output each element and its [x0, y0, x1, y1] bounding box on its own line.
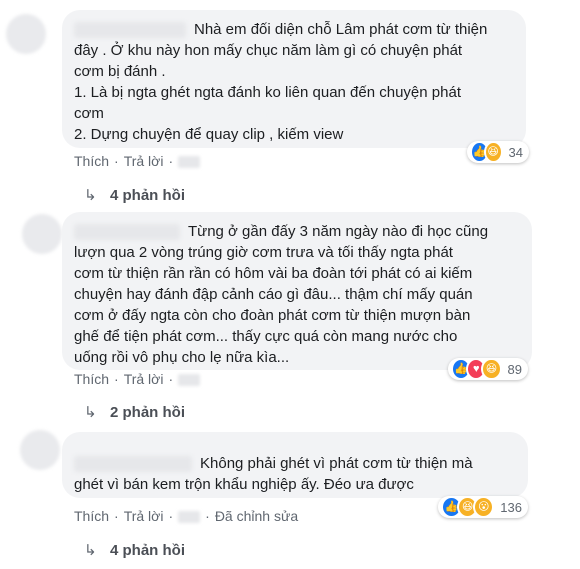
reaction-summary[interactable]: 👍 😆 34 [467, 141, 529, 163]
edited-label[interactable]: Đã chỉnh sửa [215, 508, 298, 524]
view-replies-link[interactable]: ↳ 4 phản hồi [84, 541, 185, 559]
comment-text-line: chuyện hay đánh đập cảnh cáo gì đâu... t… [74, 286, 473, 303]
haha-icon: 😆 [483, 141, 503, 163]
comment-text-line: ghét vì bán kem trộn khẩu nghiệp ấy. Đéo… [74, 476, 414, 493]
comment-actions: Thích · Trả lời · · Đã chỉnh sửa [74, 508, 299, 524]
reply-arrow-icon: ↳ [84, 404, 97, 421]
view-replies-link[interactable]: ↳ 2 phản hồi [84, 403, 185, 421]
reply-button[interactable]: Trả lời [124, 508, 164, 524]
comment-text-line: 2. Dựng chuyện để quay clip , kiếm view [74, 126, 344, 143]
comment-actions: Thích · Trả lời · [74, 153, 201, 169]
comment-text-line: cơm ở đấy ngta còn cho đoàn phát cơm từ … [74, 307, 471, 324]
timestamp[interactable] [178, 156, 201, 169]
comment-text-line: cơm từ thiện rần rần có hôm vài ba đoàn … [74, 265, 473, 282]
avatar[interactable] [20, 430, 60, 470]
comment-text-line: Không phải ghét vì phát cơm từ thiện mà [200, 455, 473, 472]
divider [0, 416, 580, 417]
wow-icon: 😮 [473, 496, 495, 518]
comment-text-line: cơm bị đánh . [74, 63, 166, 80]
reaction-count: 89 [507, 361, 522, 377]
timestamp[interactable] [178, 374, 201, 387]
reaction-count: 34 [508, 144, 523, 160]
like-button[interactable]: Thích [74, 371, 109, 387]
comment-text-line: Từng ở gần đấy 3 năm ngày nào đi học cũn… [188, 223, 489, 240]
like-button[interactable]: Thích [74, 508, 109, 524]
reply-button[interactable]: Trả lời [124, 153, 164, 169]
comment-text-line: đây . Ở khu này hon mấy chục năm làm gì … [74, 42, 463, 59]
timestamp[interactable] [178, 511, 201, 524]
like-button[interactable]: Thích [74, 153, 109, 169]
reply-arrow-icon: ↳ [84, 187, 97, 204]
view-replies-link[interactable]: ↳ 4 phản hồi [84, 186, 185, 204]
reply-arrow-icon: ↳ [84, 542, 97, 559]
author-name[interactable] [74, 456, 192, 473]
comment-text-line: ghế để tiện phát cơm... thấy cực quá còn… [74, 328, 458, 345]
comment-bubble: Nhà em đối diện chỗ Lâm phát cơm từ thiệ… [62, 10, 526, 148]
comment-text-line: Nhà em đối diện chỗ Lâm phát cơm từ thiệ… [194, 21, 488, 38]
haha-icon: 😆 [481, 358, 502, 380]
avatar[interactable] [6, 14, 46, 54]
comment-text-line: 1. Là bị ngta ghét ngta đánh ko liên qua… [74, 84, 461, 101]
avatar[interactable] [22, 214, 62, 254]
reaction-summary[interactable]: 👍 ♥ 😆 89 [448, 358, 528, 380]
comment-bubble: Không phải ghét vì phát cơm từ thiện mà … [62, 432, 528, 498]
author-name[interactable] [74, 224, 180, 241]
comment-text-line: lượn qua 2 vòng trúng giờ cơm trưa và tố… [74, 244, 453, 261]
reaction-summary[interactable]: 👍 😆 😮 136 [438, 496, 528, 518]
comment-actions: Thích · Trả lời · [74, 371, 201, 387]
author-name[interactable] [74, 22, 186, 39]
comment-text-line: cơm [74, 105, 104, 122]
reaction-count: 136 [500, 499, 522, 515]
reply-button[interactable]: Trả lời [124, 371, 164, 387]
comment-bubble: Từng ở gần đấy 3 năm ngày nào đi học cũn… [62, 212, 532, 370]
